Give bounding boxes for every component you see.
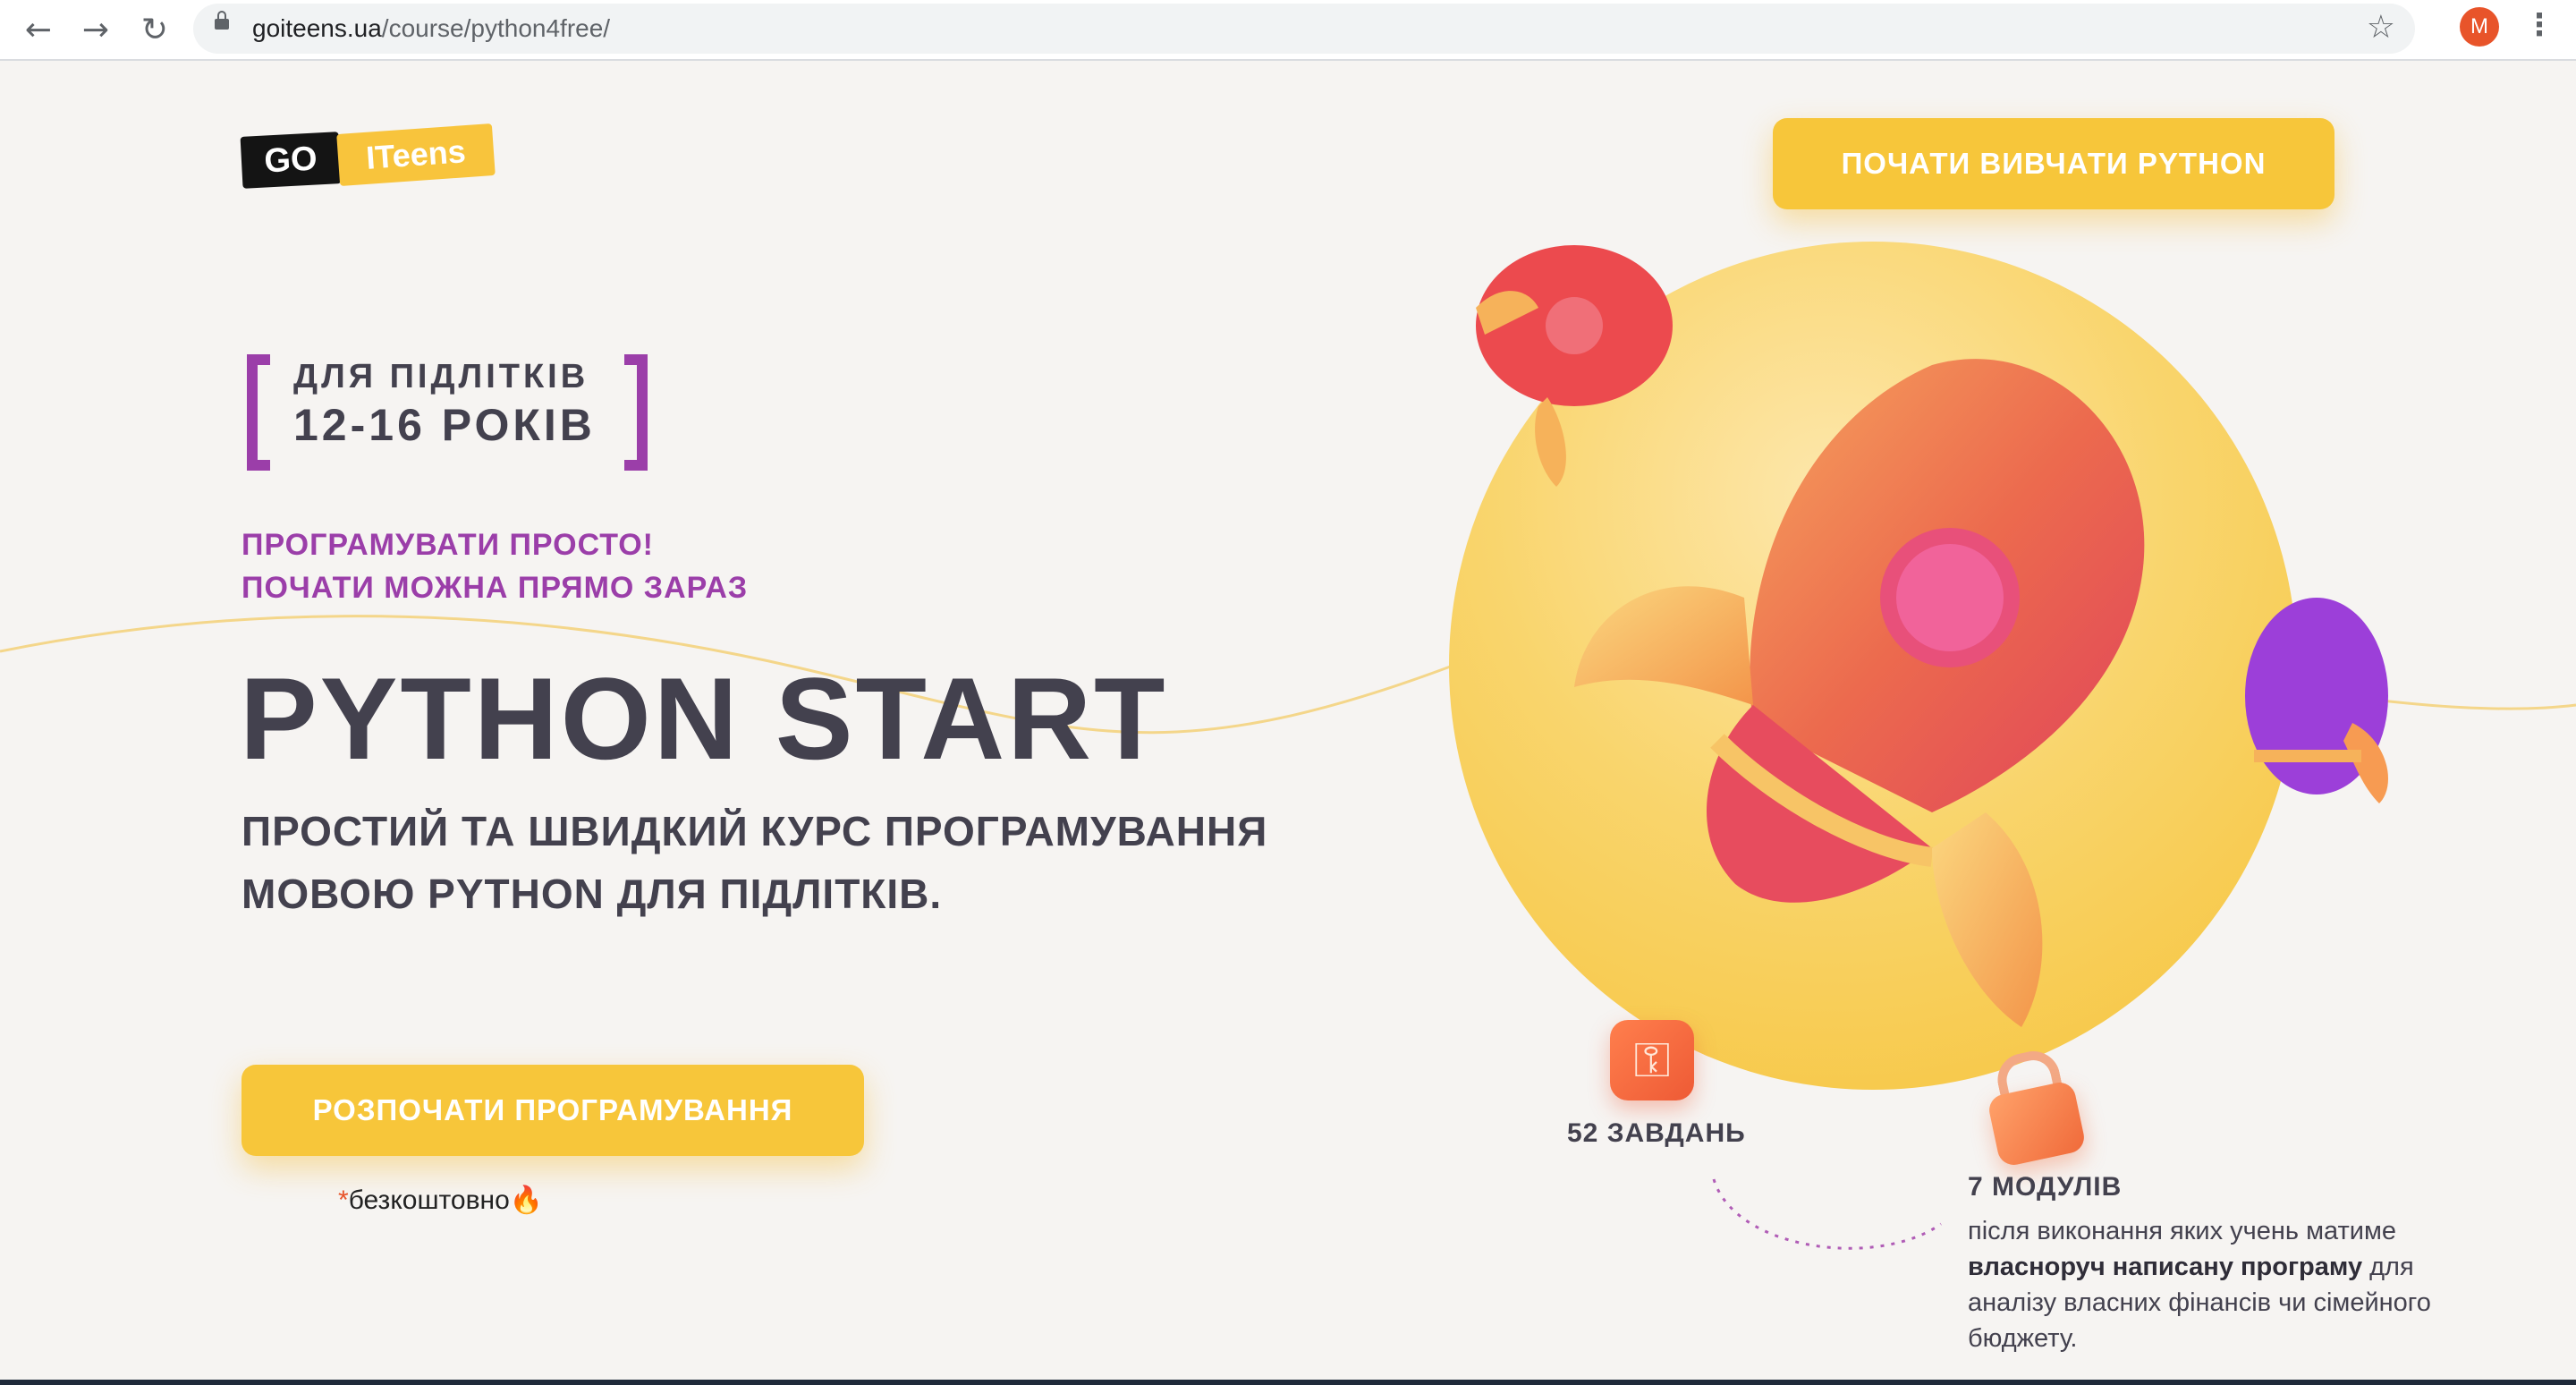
back-icon[interactable]: ← [18, 9, 59, 50]
modules-description: після виконання яких учень матиме власно… [1968, 1213, 2504, 1356]
browser-menu-icon[interactable]: ⋮ [2524, 7, 2555, 47]
url-text[interactable]: goiteens.ua/course/python4free/ [252, 14, 610, 43]
subtitle-line-1: ПРОСТИЙ ТА ШВИДКИЙ КУРС ПРОГРАМУВАННЯ [242, 808, 1268, 854]
key-icon: ⚿ [1610, 1020, 1694, 1100]
free-text: безкоштовно🔥 [348, 1185, 544, 1215]
start-programming-button[interactable]: РОЗПОЧАТИ ПРОГРАМУВАННЯ [242, 1065, 864, 1156]
free-note: *безкоштовно🔥 [338, 1185, 543, 1216]
slogan-line-2: ПОЧАТИ МОЖНА ПРЯМО ЗАРАЗ [242, 571, 749, 605]
free-asterisk: * [338, 1185, 349, 1215]
small-purple-rocket-icon [2245, 598, 2388, 803]
subtitle-line-2: МОВОЮ PYTHON ДЛЯ ПІДЛІТКІВ. [242, 871, 943, 917]
lock-icon [215, 11, 229, 30]
small-red-rocket-icon [1476, 245, 1673, 487]
forward-icon[interactable]: → [75, 9, 116, 50]
landing-page: GO ITeens ПОЧАТИ ВИВЧАТИ PYTHON ДЛЯ ПІДЛ… [0, 61, 2576, 1385]
profile-avatar[interactable]: M [2460, 7, 2499, 47]
slogan-line-1: ПРОГРАМУВАТИ ПРОСТО! [242, 528, 654, 562]
logo-iteens: ITeens [336, 123, 496, 186]
bracket-right [624, 354, 648, 471]
address-bar[interactable]: goiteens.ua/course/python4free/ ☆ [193, 4, 2415, 54]
browser-toolbar: ← → ↻ goiteens.ua/course/python4free/ ☆ … [0, 0, 2576, 61]
age-badge: ДЛЯ ПІДЛІТКІВ 12-16 РОКІВ [247, 354, 648, 471]
age-audience: ДЛЯ ПІДЛІТКІВ [293, 358, 589, 395]
start-python-button[interactable]: ПОЧАТИ ВИВЧАТИ PYTHON [1773, 118, 2334, 209]
tasks-count: 52 ЗАВДАНЬ [1567, 1118, 1746, 1148]
url-domain: goiteens.ua [252, 14, 382, 42]
bracket-left [247, 354, 270, 471]
age-range: 12-16 РОКІВ [293, 400, 596, 450]
reload-icon[interactable]: ↻ [134, 9, 175, 50]
modules-count: 7 МОДУЛІВ [1968, 1172, 2123, 1202]
page-title: PYTHON START [240, 653, 1168, 784]
modules-desc-bold: власноруч написану програму [1968, 1253, 2363, 1281]
url-path: /course/python4free/ [381, 14, 611, 42]
logo-go: GO [240, 132, 342, 189]
bottom-divider [0, 1380, 2576, 1385]
modules-desc-part1: після виконання яких учень матиме [1968, 1217, 2397, 1245]
bookmark-star-icon[interactable]: ☆ [2367, 9, 2395, 46]
